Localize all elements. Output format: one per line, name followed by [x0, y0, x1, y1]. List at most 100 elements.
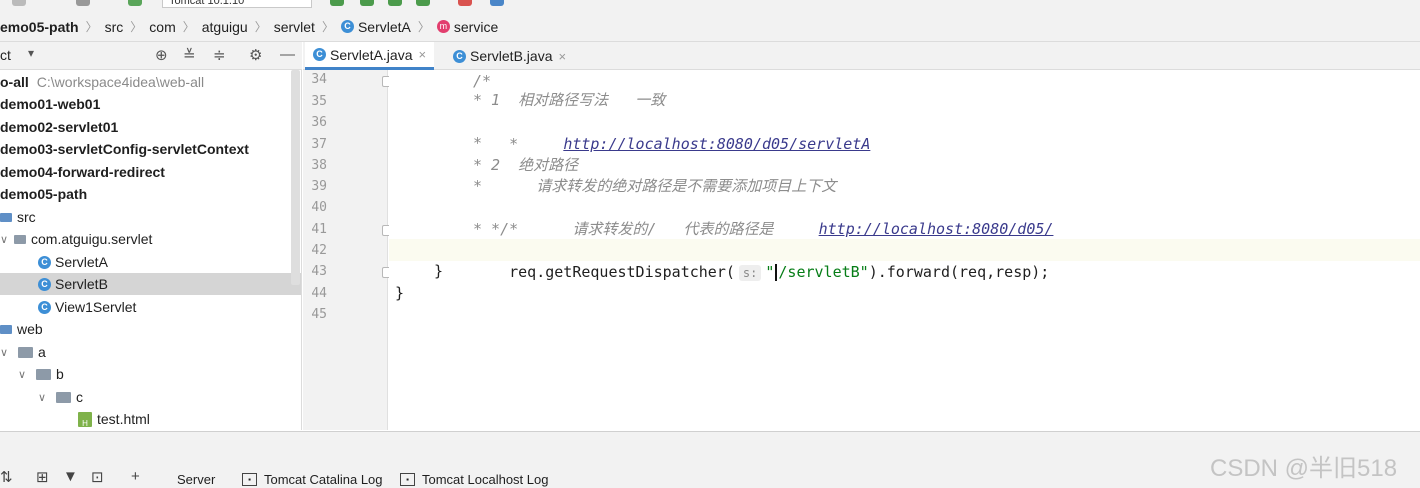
- services-panel: ⇅ ⊞ ▼ ⊡ + Server ▪ Tomcat Catalina Log ▪ T…: [0, 431, 1420, 488]
- code-editor[interactable]: /* * 1 相对路径写法 一致 * http://localhost:8080…: [389, 70, 1420, 430]
- navigate-back-icon[interactable]: [128, 0, 142, 6]
- filter-icon[interactable]: ▼: [63, 468, 78, 485]
- code-line: * 请求转发的绝对路径是不需要添加项目上下文: [473, 177, 837, 195]
- breadcrumb-item-src[interactable]: src: [105, 19, 124, 35]
- tree-item-label: ServletB: [55, 276, 108, 292]
- line-number: 36: [311, 115, 327, 130]
- expand-all-icon[interactable]: ≚: [183, 46, 196, 64]
- line-number: 43: [311, 264, 327, 279]
- project-tree: o-all C:\workspace4idea\web-all demo01-w…: [0, 70, 302, 430]
- tree-item-label: b: [56, 366, 64, 382]
- code-line: * 1 相对路径写法 一致: [473, 91, 666, 109]
- code-link[interactable]: http://localhost:8080/d05/servletA: [563, 135, 870, 153]
- tab-server[interactable]: Server: [177, 472, 215, 487]
- chevron-down-icon[interactable]: ∨: [18, 368, 32, 381]
- tree-item-class[interactable]: C View1Servlet: [38, 296, 136, 318]
- close-icon[interactable]: ×: [418, 47, 426, 62]
- run-config-select[interactable]: Tomcat 10.1.10: [162, 0, 312, 8]
- coverage-icon[interactable]: [388, 0, 402, 6]
- sort-icon[interactable]: ⇅: [0, 468, 13, 486]
- profile-icon[interactable]: [416, 0, 430, 6]
- tree-root[interactable]: o-all C:\workspace4idea\web-all: [0, 71, 204, 93]
- code-line: }: [395, 284, 405, 302]
- build-icon[interactable]: [76, 0, 90, 6]
- project-view-label[interactable]: ct: [0, 47, 11, 63]
- tab-tomcat-catalina-log[interactable]: ▪ Tomcat Catalina Log: [242, 472, 383, 487]
- tree-item-src[interactable]: src: [0, 206, 36, 228]
- tree-item-label: a: [38, 344, 46, 360]
- chevron-down-icon[interactable]: ∨: [0, 346, 14, 359]
- tree-module[interactable]: demo05-path: [0, 183, 87, 205]
- tab-label: ServletA.java: [330, 46, 413, 63]
- tree-module[interactable]: demo03-servletConfig-servletContext: [0, 138, 249, 160]
- tree-item-class[interactable]: C ServletA: [38, 251, 108, 273]
- breadcrumb-method-label: service: [453, 18, 499, 35]
- stop-icon[interactable]: [458, 0, 472, 6]
- add-icon[interactable]: +: [131, 468, 140, 485]
- translate-icon[interactable]: [490, 0, 504, 6]
- breadcrumb-class-label: ServletA: [357, 18, 411, 35]
- chevron-down-icon[interactable]: ∨: [0, 233, 14, 246]
- tab-label: Server: [177, 472, 216, 487]
- web-folder-icon: [0, 324, 12, 334]
- chevron-right-icon: 〉: [85, 20, 98, 34]
- chevron-right-icon: 〉: [417, 20, 430, 34]
- tree-module[interactable]: demo04-forward-redirect: [0, 161, 165, 183]
- tab-servleta-java[interactable]: C ServletA.java ×: [305, 42, 435, 70]
- tab-servletb-java[interactable]: C ServletB.java ×: [445, 42, 574, 70]
- run-icon[interactable]: [330, 0, 344, 6]
- chevron-down-icon[interactable]: ∨: [38, 391, 52, 404]
- tree-item-class-selected[interactable]: C ServletB: [38, 273, 108, 295]
- breadcrumb-item-module[interactable]: emo05-path: [0, 19, 79, 35]
- tree-item-folder-c[interactable]: ∨ c: [38, 386, 83, 408]
- back-icon[interactable]: [12, 0, 26, 6]
- chevron-right-icon: 〉: [130, 20, 143, 34]
- new-tab-icon[interactable]: ⊡: [91, 468, 104, 486]
- tree-scrollbar[interactable]: [291, 70, 300, 285]
- debug-icon[interactable]: [360, 0, 374, 6]
- class-icon: C: [38, 277, 51, 291]
- tab-tomcat-localhost-log[interactable]: ▪ Tomcat Localhost Log: [400, 472, 548, 487]
- tree-item-file[interactable]: H test.html: [78, 408, 150, 430]
- code-line: * 请求转发的/ 代表的路径是 http://localhost:8080/d0…: [473, 196, 1053, 238]
- parameter-hint: s:: [738, 265, 762, 281]
- code-call-tail: ).forward(req,resp);: [868, 263, 1050, 281]
- breadcrumb-item-class[interactable]: C ServletA: [340, 18, 411, 35]
- tree-module[interactable]: demo02-servlet01: [0, 116, 118, 138]
- breadcrumb-item-method[interactable]: m service: [436, 18, 499, 35]
- collapse-all-icon[interactable]: ≑: [213, 46, 226, 64]
- tree-item-package[interactable]: ∨ com.atguigu.servlet: [0, 228, 152, 250]
- locate-icon[interactable]: ⊕: [155, 46, 168, 64]
- close-icon[interactable]: ×: [558, 49, 566, 64]
- tree-item-folder-b[interactable]: ∨ b: [18, 363, 64, 385]
- code-link[interactable]: http://localhost:8080/d05/: [819, 220, 1054, 238]
- tree-item-folder-a[interactable]: ∨ a: [0, 341, 46, 363]
- tree-item-label: c: [76, 389, 83, 405]
- tree-item-label: web: [17, 321, 43, 337]
- editor-tabs: C ServletA.java × C ServletB.java ×: [303, 42, 1420, 70]
- class-icon: C: [38, 255, 51, 269]
- class-icon: C: [340, 20, 354, 33]
- tab-label: Tomcat Localhost Log: [422, 472, 549, 487]
- line-number: 42: [311, 243, 327, 258]
- tree-item-web[interactable]: web: [0, 318, 43, 340]
- line-number: 39: [311, 179, 327, 194]
- breadcrumb-item-atguigu[interactable]: atguigu: [202, 19, 248, 35]
- code-string: ": [765, 263, 775, 281]
- log-icon: ▪: [400, 473, 415, 486]
- editor-gutter: 34 35 36 37 38 39 40 41 42 43 44 45: [303, 70, 392, 430]
- chevron-down-icon[interactable]: ▾: [28, 46, 34, 60]
- tree-item-label: test.html: [97, 411, 150, 427]
- folder-icon: [0, 212, 12, 222]
- folder-icon: [18, 346, 33, 358]
- breadcrumb-item-servlet[interactable]: servlet: [274, 19, 315, 35]
- tree-root-label: o-all: [0, 74, 29, 90]
- tree-item-label: View1Servlet: [55, 299, 137, 315]
- minimize-icon[interactable]: —: [280, 46, 295, 63]
- group-icon[interactable]: ⊞: [36, 468, 49, 486]
- breadcrumb-item-com[interactable]: com: [149, 19, 175, 35]
- gear-icon[interactable]: ⚙: [249, 46, 262, 64]
- watermark: CSDN @半旧518: [1210, 455, 1398, 482]
- code-line: * 2 绝对路径: [473, 156, 579, 174]
- tree-module[interactable]: demo01-web01: [0, 93, 100, 115]
